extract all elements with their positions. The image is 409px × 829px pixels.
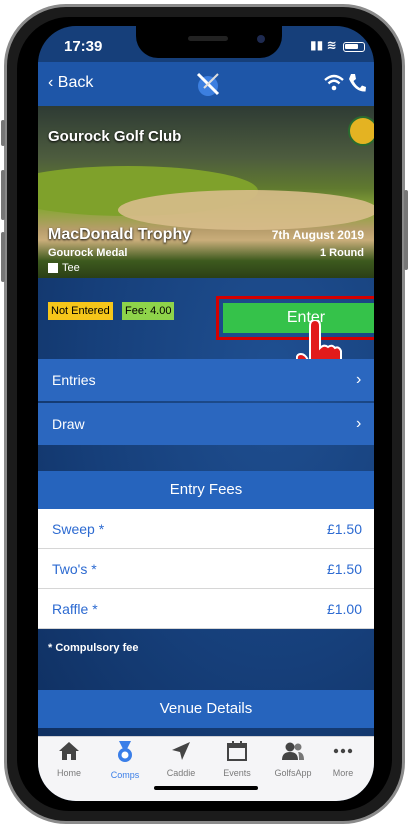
- menu-item-draw[interactable]: Draw ›: [38, 403, 374, 445]
- tab-label: Caddie: [166, 768, 196, 778]
- tee-checkbox[interactable]: [48, 263, 58, 273]
- fee-row-raffle[interactable]: Raffle * £1.00: [38, 589, 374, 629]
- power-button: [404, 190, 408, 270]
- calendar-icon: [227, 741, 247, 761]
- club-name: Gourock Golf Club: [48, 128, 182, 145]
- fee-amount: £1.00: [326, 601, 362, 617]
- more-icon: [333, 748, 353, 754]
- menu-item-label: Draw: [52, 416, 85, 432]
- front-camera: [257, 35, 265, 43]
- back-button[interactable]: ‹ Back: [48, 74, 93, 92]
- tab-caddie[interactable]: Caddie: [156, 741, 206, 778]
- tab-comps[interactable]: Comps: [100, 741, 150, 780]
- tab-bar: Home Comps Caddie Events GolfsApp More: [38, 736, 374, 801]
- tab-events[interactable]: Events: [212, 741, 262, 778]
- mute-switch: [1, 120, 5, 146]
- home-icon: [59, 742, 79, 760]
- home-indicator: [154, 786, 258, 790]
- compulsory-fee-note: * Compulsory fee: [48, 642, 139, 654]
- course-hero-image: Gourock Golf Club MacDonald Trophy Gouro…: [38, 106, 374, 278]
- speaker-grille: [188, 36, 228, 41]
- competition-rounds: 1 Round: [320, 247, 364, 259]
- fee-name: Sweep *: [52, 521, 105, 537]
- tab-label: Home: [56, 768, 81, 778]
- volume-up-button: [1, 170, 5, 220]
- chevron-right-icon: ›: [356, 415, 362, 432]
- app-logo-icon: [196, 72, 220, 96]
- back-label: Back: [57, 74, 94, 91]
- fee-name: Two's *: [52, 561, 97, 577]
- menu-item-entries[interactable]: Entries ›: [38, 359, 374, 401]
- venue-details-header[interactable]: Venue Details: [38, 690, 374, 728]
- location-arrow-icon: [172, 742, 190, 760]
- chevron-right-icon: ›: [356, 371, 362, 388]
- hero-bunker: [118, 190, 374, 230]
- competition-subtitle: Gourock Medal: [48, 247, 128, 259]
- people-icon: [282, 742, 304, 760]
- signal-wifi-icon: ▮▮ ≋: [310, 38, 337, 52]
- fee-row-sweep[interactable]: Sweep * £1.50: [38, 509, 374, 549]
- nav-bar: ‹ Back: [38, 62, 374, 106]
- fee-amount: £1.50: [326, 521, 362, 537]
- status-time: 17:39: [64, 38, 103, 55]
- fee-amount: £1.50: [326, 561, 362, 577]
- phone-screen: 17:39 ▮▮ ≋ ‹ Back Gourock Golf Club MacD…: [38, 26, 374, 801]
- tee-label: Tee: [62, 262, 80, 274]
- battery-icon: [343, 42, 365, 52]
- enter-button-highlight: Enter: [216, 296, 374, 340]
- fee-row-twos[interactable]: Two's * £1.50: [38, 549, 374, 589]
- tab-label: Events: [223, 768, 251, 778]
- tab-golfsapp[interactable]: GolfsApp: [268, 741, 318, 778]
- tab-label: GolfsApp: [274, 768, 312, 778]
- tab-more[interactable]: More: [318, 741, 368, 778]
- club-crest-icon: [348, 116, 374, 146]
- medal-icon: [118, 741, 132, 762]
- camera-notch: [136, 26, 282, 58]
- fee-badge: Fee: 4.00: [122, 302, 175, 320]
- wifi-icon[interactable]: [324, 74, 344, 92]
- fee-name: Raffle *: [52, 601, 98, 617]
- entry-status-badge: Not Entered: [48, 302, 113, 320]
- entry-fees-header: Entry Fees: [38, 471, 374, 509]
- tab-home[interactable]: Home: [44, 741, 94, 778]
- tab-label: Comps: [110, 770, 140, 780]
- menu-item-label: Entries: [52, 372, 96, 388]
- competition-date: 7th August 2019: [271, 228, 364, 242]
- volume-down-button: [1, 232, 5, 282]
- phone-call-icon[interactable]: [348, 73, 366, 93]
- competition-title: MacDonald Trophy: [48, 226, 192, 243]
- tab-label: More: [332, 768, 354, 778]
